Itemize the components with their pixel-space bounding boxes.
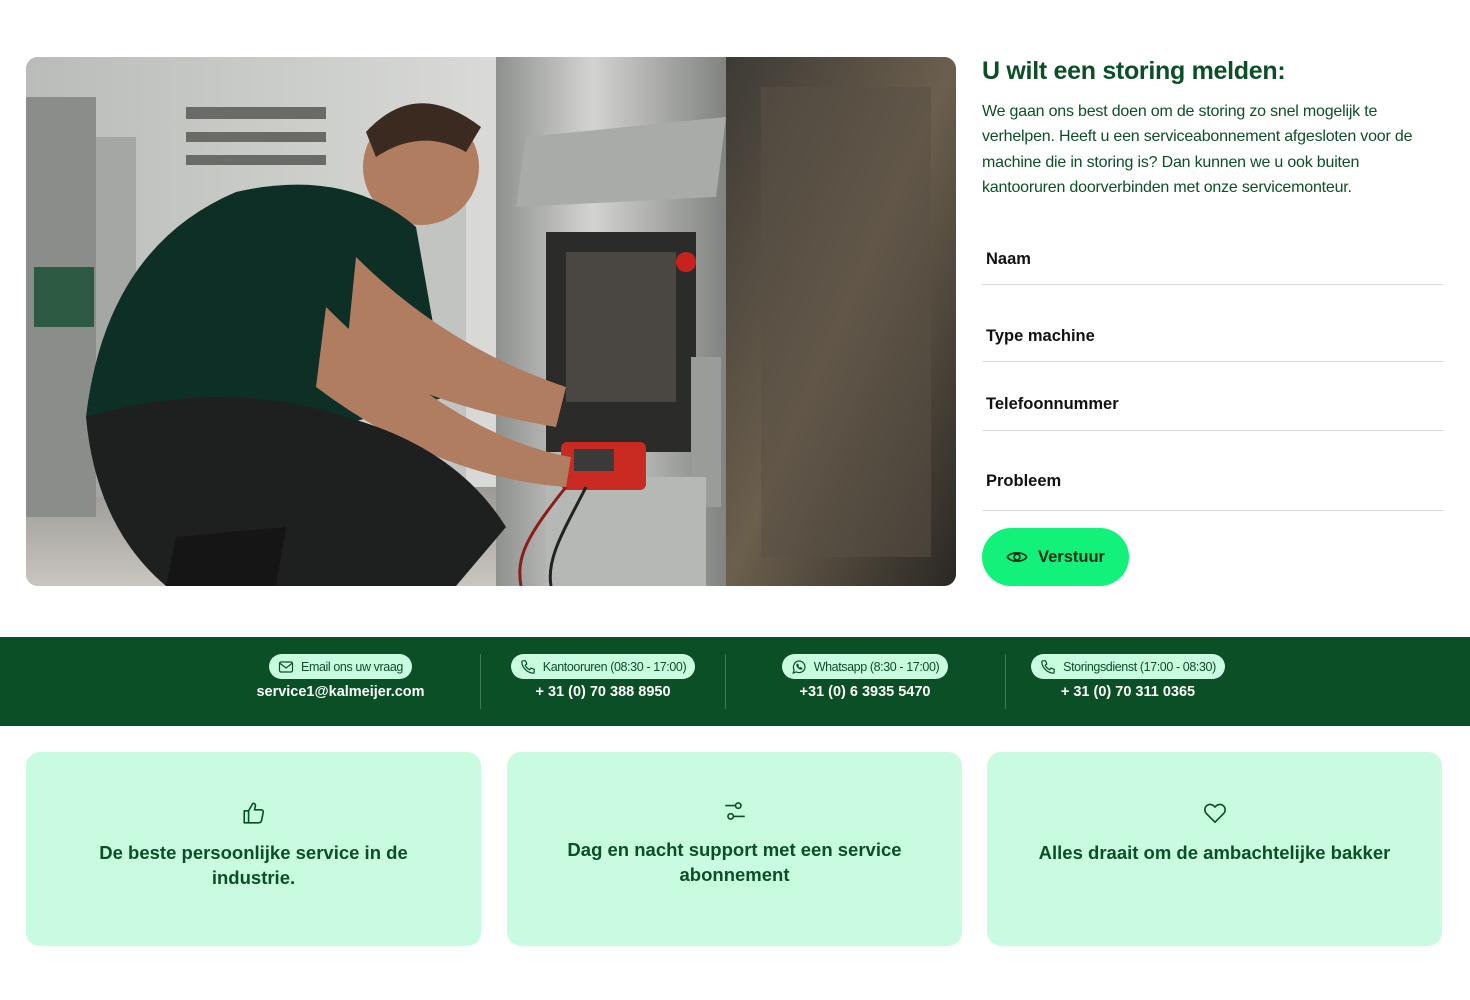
contact-email: Email ons uw vraag service1@kalmeijer.co… <box>256 654 425 700</box>
phone-icon <box>1041 659 1055 674</box>
fault-report-form: U wilt een storing melden: We gaan ons b… <box>982 57 1443 586</box>
submit-label: Verstuur <box>1038 547 1105 566</box>
name-input[interactable] <box>982 239 1443 279</box>
feature-text: De beste persoonlijke service in de indu… <box>99 842 408 888</box>
phone-field <box>982 384 1443 431</box>
thumbs-up-icon <box>242 802 264 824</box>
mail-icon <box>278 660 294 673</box>
submit-button[interactable]: Verstuur <box>982 528 1129 586</box>
feature-card-service: De beste persoonlijke service in de indu… <box>26 752 481 946</box>
contact-whatsapp-label: Whatsapp (8:30 - 17:00) <box>813 659 940 674</box>
whatsapp-link[interactable]: +31 (0) 6 3935 5470 <box>799 684 930 700</box>
contact-divider <box>1005 654 1006 709</box>
contact-divider <box>480 654 481 709</box>
machine-type-input[interactable] <box>982 316 1443 356</box>
phone-icon <box>520 659 535 674</box>
form-title: U wilt een storing melden: <box>982 57 1286 85</box>
contact-email-label: Email ons uw vraag <box>301 659 403 674</box>
emergency-phone-link[interactable]: + 31 (0) 70 311 0365 <box>1061 684 1195 700</box>
form-intro: We gaan ons best doen om de storing zo s… <box>982 103 1413 196</box>
contact-email-pill: Email ons uw vraag <box>269 654 412 679</box>
heart-icon <box>1203 803 1226 824</box>
contact-emergency-pill: Storingsdienst (17:00 - 08:30) <box>1031 654 1225 679</box>
whatsapp-icon <box>791 659 806 674</box>
feature-card-support: Dag en nacht support met een service abo… <box>507 752 962 946</box>
eye-icon <box>1006 552 1028 562</box>
name-field <box>982 239 1443 285</box>
machine-type-field <box>982 316 1443 362</box>
sliders-icon <box>724 802 745 820</box>
contact-office-pill: Kantooruren (08:30 - 17:00) <box>510 654 696 679</box>
feature-text: Alles draait om de ambachtelijke bakker <box>1038 842 1391 863</box>
contact-office-phone: Kantooruren (08:30 - 17:00) + 31 (0) 70 … <box>509 654 697 700</box>
contact-whatsapp: Whatsapp (8:30 - 17:00) +31 (0) 6 3935 5… <box>780 654 950 700</box>
contact-emergency-label: Storingsdienst (17:00 - 08:30) <box>1063 659 1216 674</box>
contact-divider <box>725 654 726 709</box>
problem-input[interactable] <box>982 461 1443 501</box>
contact-emergency: Storingsdienst (17:00 - 08:30) + 31 (0) … <box>1030 654 1226 700</box>
phone-input[interactable] <box>982 384 1443 424</box>
technician-photo <box>26 57 956 586</box>
problem-field <box>982 461 1443 511</box>
email-link[interactable]: service1@kalmeijer.com <box>256 684 424 700</box>
contact-whatsapp-pill: Whatsapp (8:30 - 17:00) <box>781 654 949 679</box>
feature-card-baker: Alles draait om de ambachtelijke bakker <box>987 752 1442 946</box>
contact-office-label: Kantooruren (08:30 - 17:00) <box>542 659 687 674</box>
office-phone-link[interactable]: + 31 (0) 70 388 8950 <box>535 684 670 700</box>
contact-band: Email ons uw vraag service1@kalmeijer.co… <box>0 637 1470 726</box>
feature-text: Dag en nacht support met een service abo… <box>567 839 902 885</box>
